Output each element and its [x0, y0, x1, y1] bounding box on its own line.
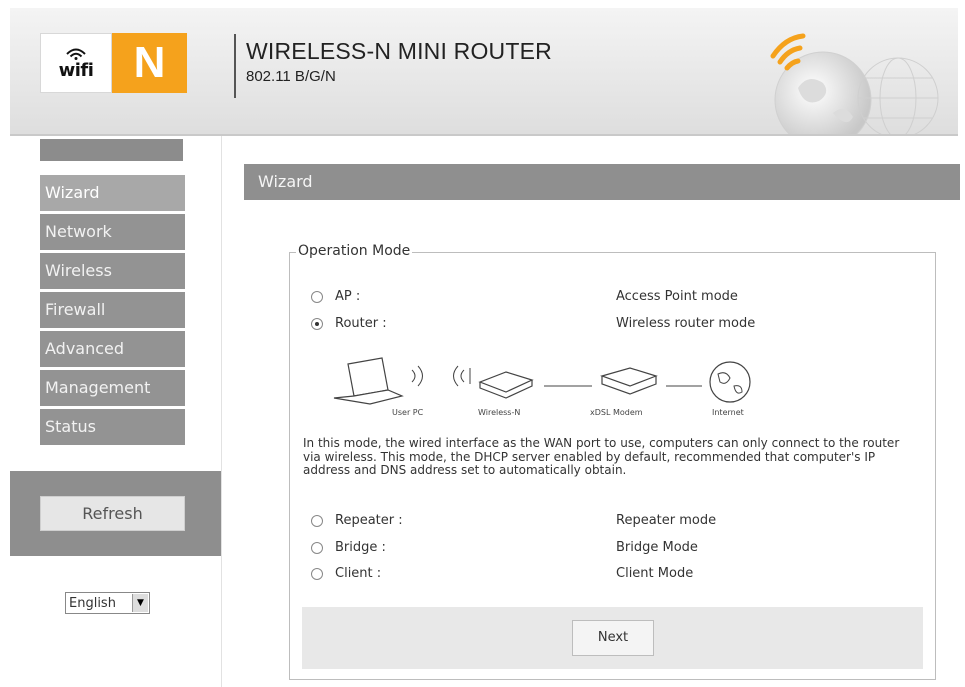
- mode-radio-ap[interactable]: [311, 291, 323, 303]
- mode-desc-client: Client Mode: [616, 566, 694, 581]
- operation-mode-legend: Operation Mode: [296, 243, 413, 259]
- mode-radio-client[interactable]: [311, 568, 323, 580]
- router-mode-diagram: User PC Wireless-N xDSL Modem Internet: [330, 352, 780, 424]
- mode-option-bridge[interactable]: Bridge : Bridge Mode: [311, 540, 791, 558]
- mode-label-client: Client :: [335, 566, 382, 581]
- language-select-value: English: [69, 595, 116, 611]
- sidebar-item-wireless[interactable]: Wireless: [40, 253, 185, 289]
- mode-option-repeater[interactable]: Repeater : Repeater mode: [311, 513, 791, 531]
- diagram-label-user-pc: User PC: [392, 408, 424, 417]
- mode-desc-ap: Access Point mode: [616, 289, 738, 304]
- section-title-bar: Wizard: [244, 164, 960, 200]
- sidebar-item-advanced[interactable]: Advanced: [40, 331, 185, 367]
- mode-option-client[interactable]: Client : Client Mode: [311, 566, 791, 584]
- globe-graphic-icon: [770, 33, 939, 134]
- refresh-panel: Refresh: [10, 471, 221, 556]
- network-topology-icon: [333, 357, 751, 405]
- diagram-label-adsl-modem: xDSL Modem: [590, 408, 643, 417]
- wifi-waves-icon: [66, 48, 86, 60]
- refresh-button[interactable]: Refresh: [40, 496, 185, 531]
- logo-wifi-text: wifi: [58, 60, 94, 81]
- mode-option-router[interactable]: Router : Wireless router mode: [311, 316, 791, 334]
- router-admin-page: wifi N WIRELESS-N MINI ROUTER 802.11 B/G…: [0, 0, 965, 687]
- sidebar-item-firewall[interactable]: Firewall: [40, 292, 185, 328]
- sidebar-item-management[interactable]: Management: [40, 370, 185, 406]
- mode-radio-router[interactable]: [311, 318, 323, 330]
- mode-label-repeater: Repeater :: [335, 513, 403, 528]
- chevron-down-icon[interactable]: ▼: [132, 594, 148, 612]
- language-select[interactable]: English ▼: [65, 592, 150, 614]
- page-subtitle: 802.11 B/G/N: [246, 68, 336, 85]
- header-divider: [234, 34, 236, 98]
- sidebar: Wizard Network Wireless Firewall Advance…: [10, 136, 221, 687]
- header-banner: wifi N WIRELESS-N MINI ROUTER 802.11 B/G…: [10, 8, 958, 136]
- mode-radio-bridge[interactable]: [311, 542, 323, 554]
- diagram-label-wireless-n: Wireless-N: [478, 408, 521, 417]
- sidebar-divider: [221, 136, 222, 687]
- mode-radio-repeater[interactable]: [311, 515, 323, 527]
- mode-desc-router: Wireless router mode: [616, 316, 756, 331]
- sidebar-item-wizard[interactable]: Wizard: [40, 175, 185, 211]
- logo-n-text: N: [112, 33, 187, 93]
- mode-label-ap: AP :: [335, 289, 361, 304]
- sidebar-item-status[interactable]: Status: [40, 409, 185, 445]
- diagram-label-internet: Internet: [712, 408, 744, 417]
- mode-label-router: Router :: [335, 316, 387, 331]
- next-button[interactable]: Next: [572, 620, 654, 656]
- page-title: WIRELESS-N MINI ROUTER: [246, 38, 552, 64]
- mode-desc-bridge: Bridge Mode: [616, 540, 698, 555]
- sidebar-nav: Wizard Network Wireless Firewall Advance…: [40, 175, 185, 448]
- mode-desc-repeater: Repeater mode: [616, 513, 717, 528]
- wifi-n-logo: wifi N: [40, 33, 187, 93]
- mode-label-bridge: Bridge :: [335, 540, 386, 555]
- mode-option-ap[interactable]: AP : Access Point mode: [311, 289, 791, 307]
- wifi-logo: wifi: [40, 33, 112, 93]
- sidebar-item-network[interactable]: Network: [40, 214, 185, 250]
- sidebar-top-bar: [40, 139, 183, 161]
- mode-description: In this mode, the wired interface as the…: [303, 436, 900, 477]
